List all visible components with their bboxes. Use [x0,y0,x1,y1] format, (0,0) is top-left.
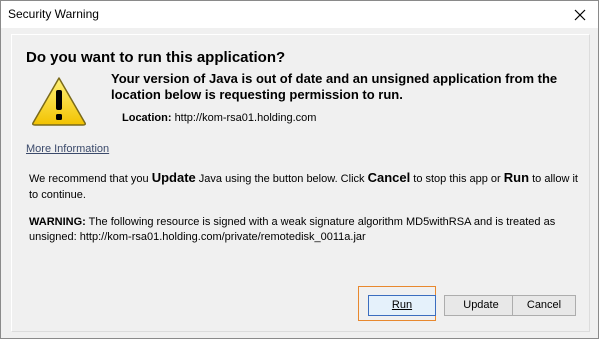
run-keyword: Run [503,170,530,185]
update-button[interactable]: Update [444,295,518,316]
security-warning-dialog: Security Warning Do you want to run this… [0,0,599,339]
more-information-link[interactable]: More Information [26,143,109,155]
warning-triangle-icon [32,77,86,126]
content-panel: Do you want to run this application? You… [11,34,590,332]
title-bar: Security Warning [1,1,598,28]
location-row: Location: http://kom-rsa01.holding.com [122,112,316,124]
location-value: http://kom-rsa01.holding.com [174,112,317,124]
dialog-heading: Do you want to run this application? [26,49,286,66]
recommendation-text: We recommend that you Update Java using … [29,170,578,201]
close-icon [574,9,586,21]
warning-summary: Your version of Java is out of date and … [111,71,558,102]
update-keyword: Update [151,170,196,185]
window-title: Security Warning [8,7,99,21]
run-button[interactable]: Run [368,295,436,316]
warning-message: The following resource is signed with a … [29,216,556,243]
dialog-body: Do you want to run this application? You… [1,28,598,338]
cancel-keyword: Cancel [367,170,411,185]
cancel-button[interactable]: Cancel [512,295,576,316]
warning-label: WARNING: [29,216,86,228]
close-button[interactable] [568,4,592,26]
weak-signature-warning: WARNING: The following resource is signe… [29,215,579,245]
location-label: Location: [122,112,172,124]
